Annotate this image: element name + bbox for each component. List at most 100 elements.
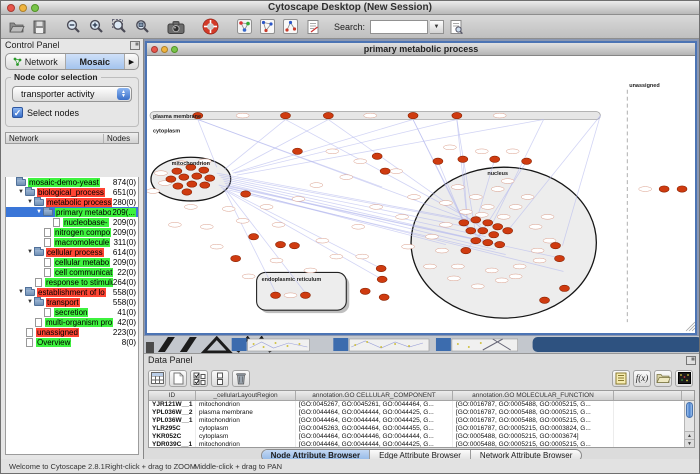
tree-row[interactable]: ▼metabolic process280(0) <box>6 197 138 207</box>
zoom-selected-button[interactable] <box>132 16 153 37</box>
tree-row[interactable]: ▼establishment of lo558(0) <box>6 287 138 297</box>
tab-network[interactable]: Network <box>6 54 66 69</box>
search-options-button[interactable] <box>446 16 467 37</box>
select-first-neighbors-button[interactable] <box>257 16 278 37</box>
tree-row[interactable]: cell communicat22(0) <box>6 267 138 277</box>
search-dropdown-button[interactable]: ▼ <box>430 20 444 34</box>
select-attributes-button[interactable] <box>190 370 208 387</box>
delete-attribute-button[interactable] <box>232 370 250 387</box>
network-node[interactable] <box>540 297 550 303</box>
node-color-dropdown[interactable]: transporter activity ▲▼ <box>12 86 132 102</box>
network-node[interactable] <box>433 158 443 164</box>
expand-arrow-icon[interactable]: ▼ <box>17 189 25 195</box>
network-node[interactable] <box>490 156 500 162</box>
tab-overflow-button[interactable]: ▶ <box>125 54 138 69</box>
network-node[interactable] <box>300 292 310 298</box>
network-node[interactable] <box>172 168 182 174</box>
network-node[interactable] <box>200 182 210 188</box>
open-file-button[interactable] <box>6 16 27 37</box>
network-node[interactable] <box>173 183 183 189</box>
network-node[interactable] <box>551 242 561 248</box>
vizmapper-button[interactable] <box>234 16 255 37</box>
network-window-titlebar[interactable]: primary metabolic process <box>147 43 695 56</box>
tree-row[interactable]: ▼primary metabo209(... <box>6 207 138 217</box>
tree-row[interactable]: unassigned223(0) <box>6 327 138 337</box>
network-node[interactable] <box>205 175 215 181</box>
network-node[interactable] <box>182 189 192 195</box>
network-node[interactable] <box>483 239 493 245</box>
network-node[interactable] <box>495 241 505 247</box>
network-node[interactable] <box>493 224 503 230</box>
minimize-button[interactable] <box>19 4 27 12</box>
network-node[interactable] <box>478 228 488 234</box>
tree-row[interactable]: multi-organism pro42(0) <box>6 317 138 327</box>
network-node[interactable] <box>459 220 469 226</box>
network-node[interactable] <box>408 112 418 118</box>
select-nodes-checkbox[interactable]: ✓ <box>12 107 23 118</box>
annotations-button[interactable] <box>303 16 324 37</box>
minimize-button[interactable] <box>161 46 168 53</box>
expand-arrow-icon[interactable]: ▼ <box>26 299 34 305</box>
network-node[interactable] <box>199 167 209 173</box>
import-list-button[interactable] <box>612 370 630 387</box>
table-row[interactable]: YJR121W__1mitochondrion[GO:0045267, GO:0… <box>149 401 694 409</box>
network-node[interactable] <box>522 158 532 164</box>
network-node[interactable] <box>281 112 291 118</box>
zoom-in-button[interactable] <box>86 16 107 37</box>
tree-row[interactable]: response to stimulu264(0) <box>6 277 138 287</box>
network-node[interactable] <box>452 112 462 118</box>
network-node[interactable] <box>323 112 333 118</box>
table-row[interactable]: YPL036W__2plasma membrane[GO:0044464, GO… <box>149 409 694 417</box>
column-nodes[interactable]: Nodes <box>104 134 138 143</box>
network-node[interactable] <box>292 148 302 154</box>
table-row[interactable]: YLR295Ccytoplasm[GO:0045263, GO:0044464,… <box>149 425 694 433</box>
background-window-icon[interactable] <box>232 338 247 351</box>
zoom-button[interactable] <box>31 4 39 12</box>
network-node[interactable] <box>271 292 281 298</box>
network-node[interactable] <box>166 176 176 182</box>
zoom-out-button[interactable] <box>63 16 84 37</box>
network-node[interactable] <box>360 288 370 294</box>
scrollbar-thumb[interactable] <box>686 402 693 418</box>
tree-row[interactable]: Overview8(0) <box>6 337 138 347</box>
tree-row[interactable]: ▼biological_process651(0) <box>6 187 138 197</box>
network-node[interactable] <box>241 191 251 197</box>
network-node[interactable] <box>483 220 493 226</box>
column-header[interactable]: ID <box>149 391 196 400</box>
network-node[interactable] <box>231 255 241 261</box>
float-panel-button[interactable] <box>130 41 140 52</box>
search-input[interactable] <box>370 20 428 34</box>
float-panel-button[interactable] <box>686 356 696 367</box>
tree-row[interactable]: cellular metabo209(0) <box>6 257 138 267</box>
network-node[interactable] <box>192 173 202 179</box>
window-titlebar[interactable]: Cytoscape Desktop (New Session) <box>1 1 699 15</box>
network-node[interactable] <box>471 237 481 243</box>
table-row[interactable]: YDR039C__1mitochondrion[GO:0044464, GO:0… <box>149 441 694 448</box>
network-node[interactable] <box>377 276 387 282</box>
close-button[interactable] <box>7 4 15 12</box>
network-node[interactable] <box>677 186 687 192</box>
network-node[interactable] <box>555 255 565 261</box>
column-header[interactable]: annotation.GO MOLECULAR_FUNCTION <box>453 391 614 400</box>
import-attributes-button[interactable] <box>654 370 672 387</box>
network-node[interactable] <box>489 232 499 238</box>
zoom-button[interactable] <box>171 46 178 53</box>
network-node[interactable] <box>376 265 386 271</box>
new-attribute-button[interactable] <box>169 370 187 387</box>
network-node[interactable] <box>559 285 569 291</box>
network-node[interactable] <box>372 153 382 159</box>
background-window-icon[interactable] <box>333 338 348 351</box>
network-node[interactable] <box>276 241 286 247</box>
tree-row[interactable]: macromolecule311(0) <box>6 237 138 247</box>
column-network[interactable]: Network <box>6 134 104 143</box>
tree-row[interactable]: secretion41(0) <box>6 307 138 317</box>
expand-arrow-icon[interactable]: ▼ <box>26 199 34 205</box>
network-node[interactable] <box>249 234 259 240</box>
create-network-button[interactable] <box>280 16 301 37</box>
function-builder-button[interactable]: f(x) <box>633 370 651 387</box>
tree-row[interactable]: mosaic-demo-yeast874(0) <box>6 177 138 187</box>
close-button[interactable] <box>151 46 158 53</box>
network-node[interactable] <box>289 242 299 248</box>
tree-row[interactable]: ▼cellular process614(0) <box>6 247 138 257</box>
tree-row[interactable]: ▼transport558(0) <box>6 297 138 307</box>
